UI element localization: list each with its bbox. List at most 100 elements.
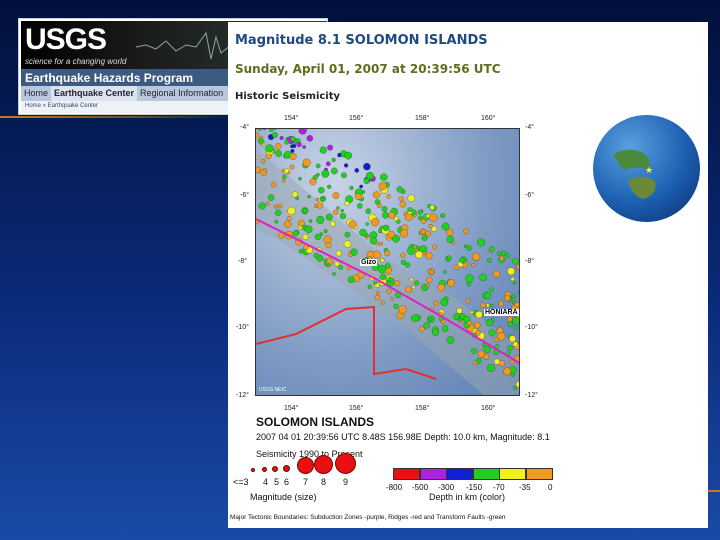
earthquake-dot xyxy=(359,228,367,237)
earthquake-dot xyxy=(509,335,516,343)
earthquake-dot xyxy=(446,336,455,344)
earthquake-dot xyxy=(496,251,502,256)
lat-tick: -4° xyxy=(240,124,250,131)
nav-home[interactable]: Home xyxy=(21,86,51,101)
earthquake-dot xyxy=(396,186,403,193)
earthquake-dot xyxy=(374,294,381,301)
earthquake-dot xyxy=(441,222,450,231)
earthquake-dot xyxy=(492,270,501,278)
earthquake-dot xyxy=(341,172,347,179)
earthquake-dot xyxy=(315,163,321,169)
lon-tick: 156° xyxy=(349,115,364,122)
earthquake-dot xyxy=(257,129,262,131)
globe-locator-image: ★ xyxy=(593,115,700,222)
lat-tick: -4° xyxy=(525,124,535,131)
earthquake-dot xyxy=(307,194,311,199)
earthquake-dot xyxy=(422,251,426,256)
depth-label: -150 xyxy=(466,483,483,492)
earthquake-dot xyxy=(463,244,468,248)
nav-regional-information[interactable]: Regional Information xyxy=(137,86,226,101)
earthquake-dot xyxy=(325,213,333,221)
earthquake-dot xyxy=(282,174,287,179)
earthquake-dot xyxy=(302,234,309,240)
earthquake-dot xyxy=(275,150,283,157)
earthquake-dot xyxy=(385,263,391,269)
earthquake-dot xyxy=(507,345,513,351)
earthquake-dot xyxy=(393,303,399,309)
earthquake-dot xyxy=(432,244,438,250)
earthquake-dot xyxy=(415,245,420,250)
earthquake-dot xyxy=(437,283,446,292)
event-date: Sunday, April 01, 2007 at 20:39:56 UTC xyxy=(235,62,501,76)
earthquake-dot xyxy=(372,191,380,199)
earthquake-dot xyxy=(386,194,391,199)
earthquake-dot xyxy=(279,136,284,141)
lat-tick: -6° xyxy=(240,192,250,199)
earthquake-dot xyxy=(393,216,399,221)
seismicity-map: Gizo HONIARA USGS NEIC xyxy=(255,128,520,396)
earthquake-dot xyxy=(260,159,266,164)
earthquake-dot xyxy=(380,173,388,181)
depth-legend-title: Depth in km (color) xyxy=(429,492,506,502)
earthquake-dot xyxy=(292,230,299,237)
earthquake-dot xyxy=(400,259,407,265)
earthquake-dot xyxy=(488,329,496,337)
earthquake-dot xyxy=(316,172,320,177)
earthquake-dot xyxy=(505,253,511,259)
lon-tick: 160° xyxy=(481,115,496,122)
earthquake-dot xyxy=(369,237,378,245)
earthquake-dot xyxy=(256,155,258,160)
earthquake-dot xyxy=(271,132,278,138)
earthquake-dot xyxy=(298,176,302,181)
earthquake-dot xyxy=(513,386,517,390)
earthquake-dot xyxy=(479,273,487,282)
earthquake-dot xyxy=(394,280,401,287)
earthquake-dot xyxy=(375,290,380,295)
earthquake-dot xyxy=(425,230,432,237)
event-details: 2007 04 01 20:39:56 UTC 8.48S 156.98E De… xyxy=(256,432,550,442)
magnitude-dot xyxy=(314,455,333,474)
earthquake-dot xyxy=(284,168,290,174)
region-name: SOLOMON ISLANDS xyxy=(256,415,375,429)
event-panel: Magnitude 8.1 SOLOMON ISLANDS Sunday, Ap… xyxy=(228,22,708,528)
earthquake-dot xyxy=(256,132,259,138)
earthquake-dot xyxy=(425,252,433,260)
earthquake-dot xyxy=(399,229,409,238)
earthquake-dot xyxy=(451,241,455,245)
earthquake-dot xyxy=(429,213,438,222)
earthquake-dot xyxy=(333,209,339,215)
earthquake-dot xyxy=(298,129,307,135)
depth-label: 0 xyxy=(548,483,553,492)
nav-earthquake-center[interactable]: Earthquake Center xyxy=(51,86,138,101)
earthquake-dot xyxy=(386,288,392,294)
earthquake-dot xyxy=(507,321,513,327)
lat-tick: -8° xyxy=(525,258,535,265)
earthquake-dot xyxy=(446,255,452,261)
earthquake-dot xyxy=(453,313,460,321)
earthquake-dot xyxy=(327,184,332,189)
australia-shape xyxy=(628,176,656,199)
earthquake-dot xyxy=(319,196,324,201)
earthquake-dot xyxy=(302,207,309,214)
earthquake-dot xyxy=(343,240,352,248)
earthquake-dot xyxy=(512,317,519,325)
magnitude-label: 4 xyxy=(263,477,269,487)
earthquake-dot xyxy=(374,199,381,205)
earthquake-dot xyxy=(315,197,319,202)
earthquake-dot xyxy=(327,144,333,151)
earthquake-dot xyxy=(511,294,516,299)
earthquake-dot xyxy=(472,252,481,261)
earthquake-dot xyxy=(487,258,492,263)
earthquake-dot xyxy=(417,209,423,215)
earthquake-dot xyxy=(344,151,353,160)
earthquake-dot xyxy=(284,139,289,145)
magnitude-dot xyxy=(297,457,314,474)
earthquake-dot xyxy=(504,295,511,302)
earthquake-dot xyxy=(471,263,476,268)
earthquake-dot xyxy=(384,250,391,257)
earthquake-dot xyxy=(419,326,425,332)
earthquake-dot xyxy=(512,341,519,347)
earthquake-dot xyxy=(482,343,486,347)
earthquake-dot xyxy=(372,250,381,259)
earthquake-dot xyxy=(302,158,311,167)
